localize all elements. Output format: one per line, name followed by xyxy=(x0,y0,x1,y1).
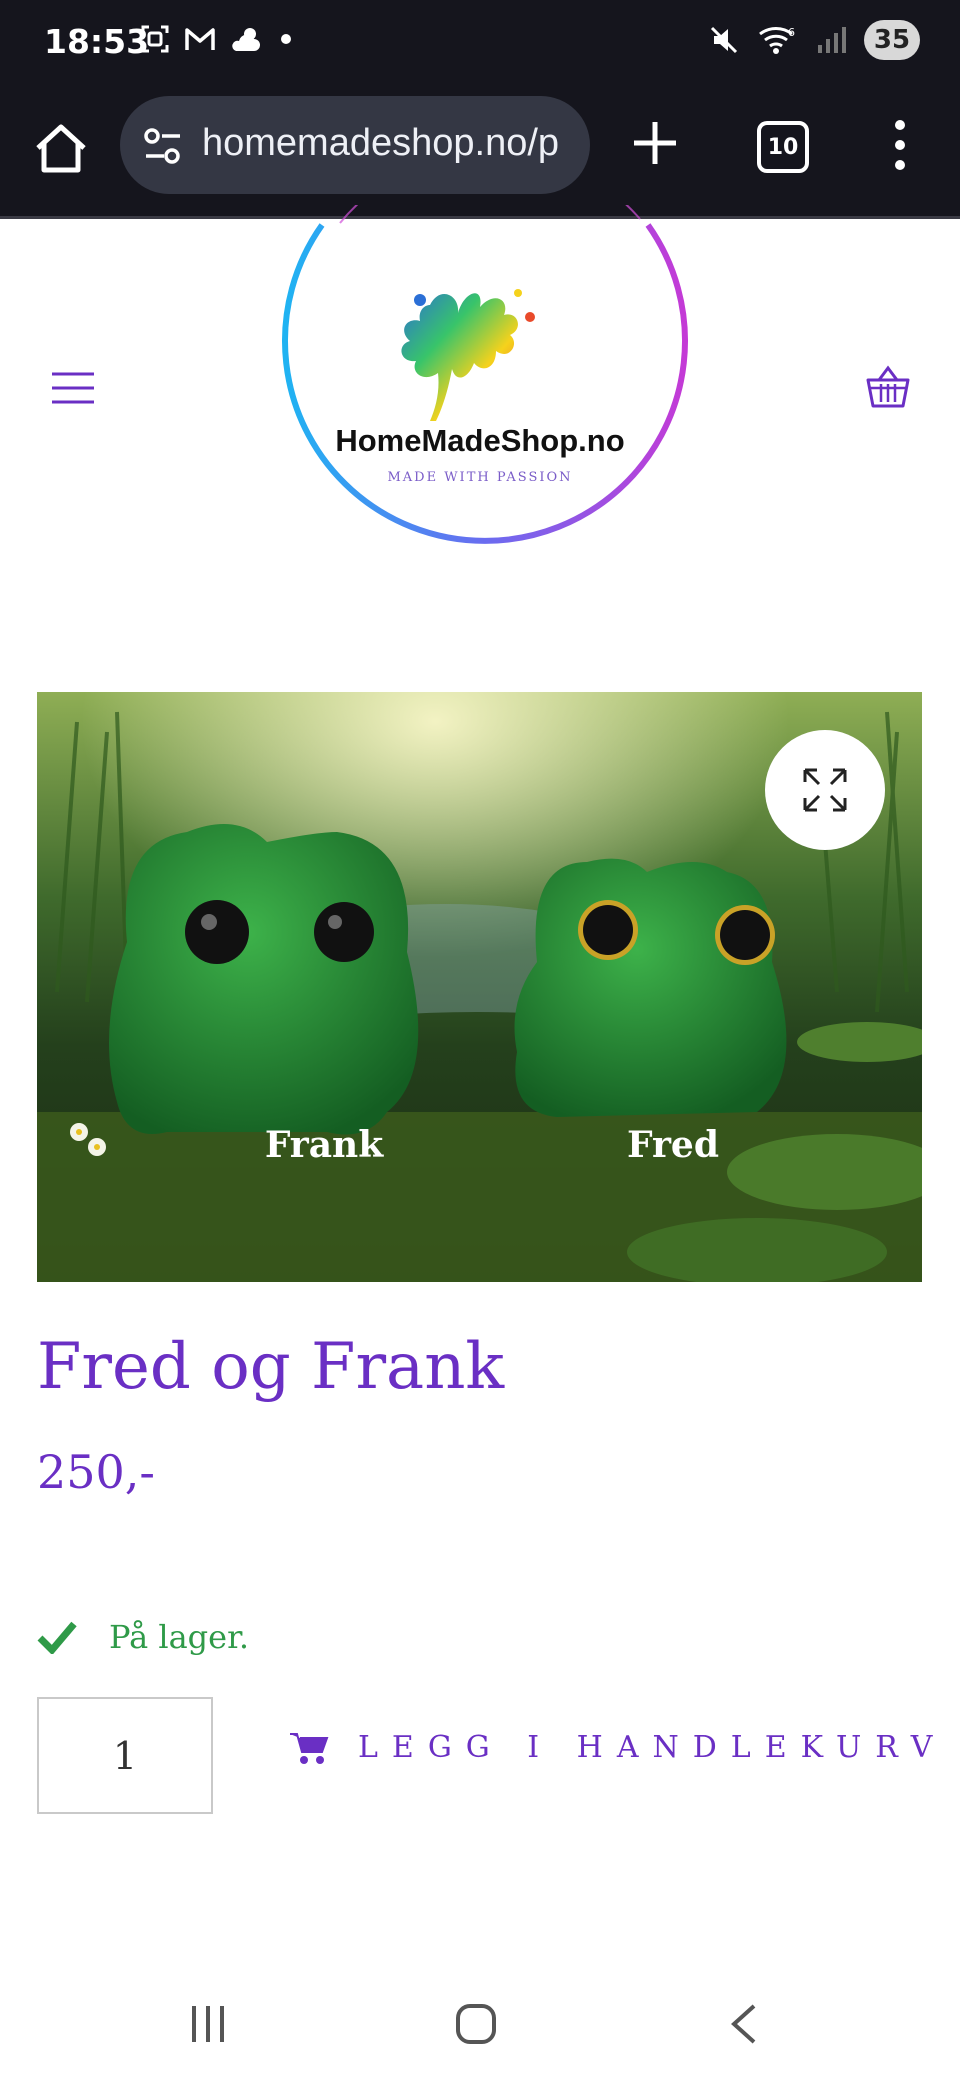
product-price: 250,- xyxy=(37,1445,155,1499)
new-tab-icon[interactable] xyxy=(630,118,680,168)
gmail-icon xyxy=(185,28,215,50)
browser-toolbar: homemadeshop.no/p 10 xyxy=(0,90,960,219)
image-label-fred: Fred xyxy=(627,1124,719,1166)
system-nav-bar xyxy=(0,1966,960,2080)
stock-status: På lager. xyxy=(37,1618,249,1656)
stock-text: På lager. xyxy=(109,1618,250,1656)
signal-icon xyxy=(818,27,846,53)
back-icon[interactable] xyxy=(728,2002,760,2046)
battery-icon: 35 xyxy=(864,20,920,60)
status-time: 18:53 xyxy=(44,22,150,61)
zoom-button[interactable] xyxy=(765,730,885,850)
add-to-cart-button[interactable]: LEGG I HANDLEKURV xyxy=(290,1730,946,1765)
address-bar[interactable]: homemadeshop.no/p xyxy=(120,96,590,194)
logo-tagline: MADE WITH PASSION xyxy=(387,470,572,485)
screenshot-icon xyxy=(141,25,169,53)
wifi-icon: 6 xyxy=(759,26,795,54)
home-button-icon[interactable] xyxy=(454,2002,498,2046)
more-options-icon[interactable] xyxy=(880,115,920,175)
logo-brand: HomeMadeShop.no xyxy=(335,423,624,458)
product-title: Fred og Frank xyxy=(37,1330,505,1404)
quantity-input[interactable]: 1 xyxy=(37,1697,213,1814)
url-text[interactable]: homemadeshop.no/p xyxy=(202,122,559,165)
mute-icon xyxy=(710,26,738,54)
add-to-cart-label: LEGG I HANDLEKURV xyxy=(358,1730,947,1765)
dot-icon xyxy=(281,34,291,44)
expand-icon xyxy=(803,768,847,812)
tab-switcher-button[interactable]: 10 xyxy=(757,121,809,173)
site-settings-icon[interactable] xyxy=(142,126,184,166)
status-bar: 18:53 6 35 xyxy=(0,0,960,90)
splash-icon xyxy=(401,289,535,421)
site-logo[interactable]: HomeMadeShop.no MADE WITH PASSION xyxy=(270,150,690,591)
image-label-frank: Frank xyxy=(265,1124,384,1166)
recent-apps-icon[interactable] xyxy=(188,2002,228,2046)
checkmark-icon xyxy=(37,1621,77,1654)
cart-icon[interactable] xyxy=(865,364,911,410)
weather-icon xyxy=(232,28,260,51)
home-icon[interactable] xyxy=(30,118,92,180)
svg-text:6: 6 xyxy=(788,26,795,39)
shopping-cart-icon xyxy=(290,1732,329,1764)
menu-icon[interactable] xyxy=(50,370,96,406)
